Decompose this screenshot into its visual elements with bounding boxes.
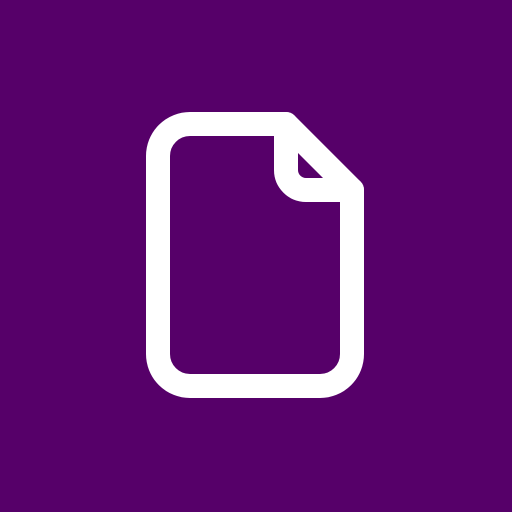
document-icon [0, 0, 512, 512]
document-icon-container [0, 0, 512, 512]
icon-background [0, 0, 512, 512]
app-icon-canvas: { "icon": { "name": "document-icon", "ba… [0, 0, 512, 512]
